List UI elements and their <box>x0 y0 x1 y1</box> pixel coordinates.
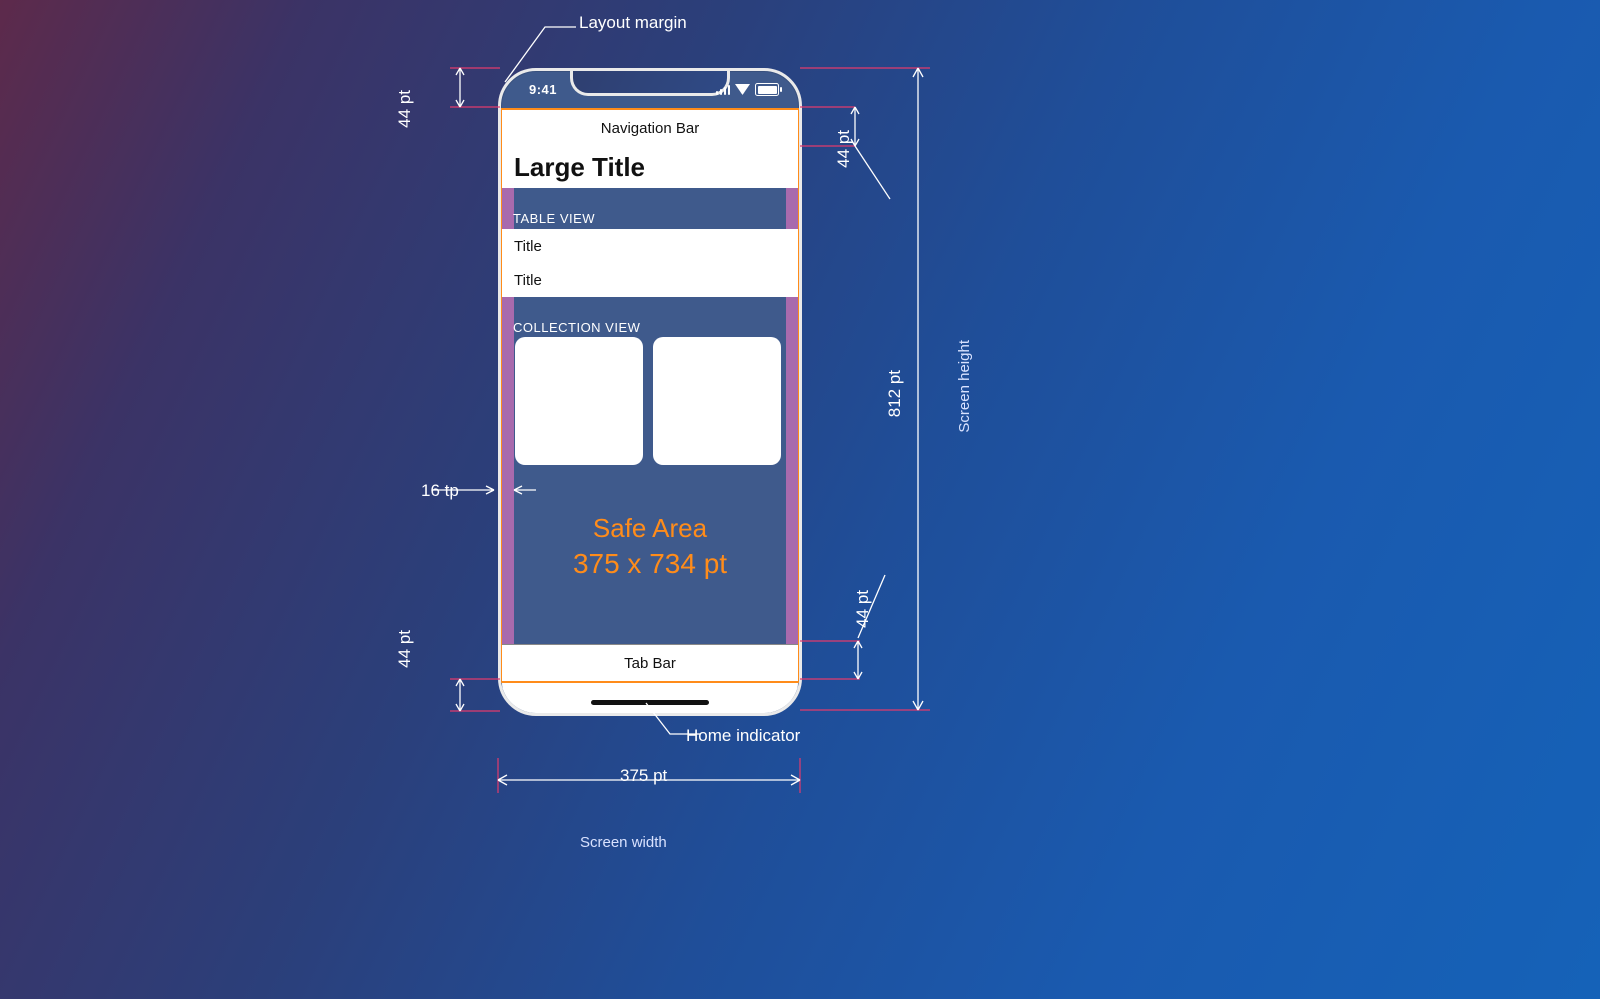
collection-cell <box>653 337 781 465</box>
table-cell: Title <box>502 263 798 297</box>
table-view-header: TABLE VIEW <box>513 211 595 226</box>
dim-nav-h: 44 pt <box>834 130 854 168</box>
label-screen-height: Screen height <box>956 340 973 433</box>
tab-bar: Tab Bar <box>502 644 798 681</box>
wifi-icon <box>735 84 750 95</box>
status-time: 9:41 <box>529 82 557 97</box>
battery-icon <box>755 83 779 96</box>
collection-cell <box>515 337 643 465</box>
dim-screen-h: 812 pt <box>885 370 905 417</box>
status-indicators <box>716 83 780 96</box>
dim-home-h: 44 pt <box>395 630 415 668</box>
dim-line-nav <box>800 99 910 169</box>
dim-status-h: 44 pt <box>395 90 415 128</box>
layout-margin-right <box>786 110 798 681</box>
dim-margin-w: 16 tp <box>421 481 459 501</box>
home-indicator-area <box>502 683 798 713</box>
safe-area-label: Safe Area 375 x 734 pt <box>501 513 799 580</box>
cell-signal-icon <box>716 84 731 95</box>
collection-view-header: COLLECTION VIEW <box>513 320 640 335</box>
large-title: Large Title <box>502 146 798 188</box>
dim-screen-w: 375 pt <box>620 766 667 786</box>
label-layout-margin: Layout margin <box>579 13 687 33</box>
dim-line-status <box>430 60 500 130</box>
phone-frame: 9:41 Navigation Bar Large Title TABLE VI… <box>498 68 802 716</box>
table-cell: Title <box>502 229 798 264</box>
label-screen-width: Screen width <box>580 834 667 851</box>
layout-margin-left <box>502 110 514 681</box>
dim-line-home <box>430 669 500 729</box>
status-bar: 9:41 <box>501 71 799 108</box>
dim-tab-h: 44 pt <box>853 590 873 628</box>
navigation-bar: Navigation Bar <box>502 110 798 147</box>
label-home-indicator: Home indicator <box>686 726 800 746</box>
